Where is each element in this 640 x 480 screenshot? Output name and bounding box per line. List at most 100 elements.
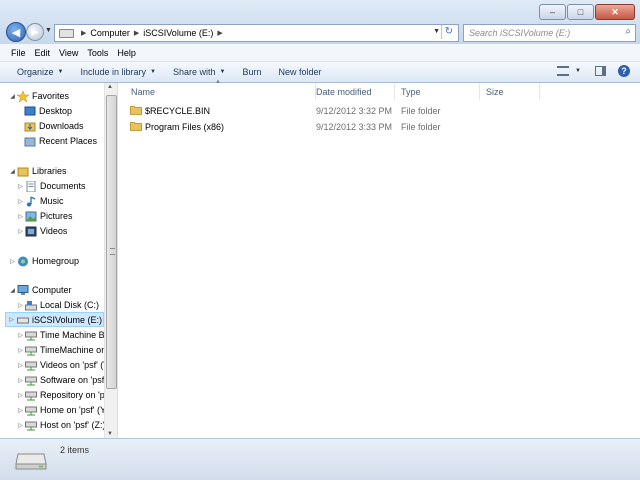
nav-network-drive-5[interactable]: ▷ Repository on 'ps: [16, 388, 109, 402]
nav-desktop[interactable]: Desktop: [24, 104, 72, 118]
collapse-arrow-icon[interactable]: ▷: [8, 258, 17, 265]
file-row[interactable]: $RECYCLE.BIN 9/12/2012 3:32 PM File fold…: [118, 103, 518, 118]
nav-network-drive-3-label: Videos on 'psf' (V: [40, 360, 110, 370]
collapse-arrow-icon[interactable]: ▷: [16, 347, 25, 354]
chevron-down-icon: ▼: [150, 69, 156, 75]
menu-help[interactable]: Help: [117, 48, 136, 58]
nav-network-drive-2[interactable]: ▷ TimeMachine on: [16, 343, 106, 357]
nav-network-drive-1-label: Time Machine Ba: [40, 330, 110, 340]
file-name: $RECYCLE.BIN: [145, 105, 211, 116]
collapse-arrow-icon[interactable]: ▷: [16, 332, 25, 339]
chevron-right-icon[interactable]: ▶: [134, 29, 139, 37]
scroll-thumb[interactable]: [106, 95, 117, 389]
scroll-down-icon[interactable]: ▼: [107, 431, 113, 437]
menu-edit[interactable]: Edit: [35, 48, 51, 58]
collapse-arrow-icon[interactable]: ▷: [16, 392, 25, 399]
include-in-library-button[interactable]: Include in library ▼: [80, 67, 155, 77]
drive-icon: [59, 28, 74, 38]
search-box[interactable]: Search iSCSIVolume (E:) ⌕: [463, 24, 636, 42]
file-date: 9/12/2012 3:32 PM: [316, 105, 393, 116]
nav-network-drive-3[interactable]: ▷ Videos on 'psf' (V: [16, 358, 109, 372]
column-header-date-modified[interactable]: Date modified: [310, 83, 395, 100]
new-folder-label: New folder: [278, 67, 322, 77]
nav-homegroup[interactable]: ▷ Homegroup: [8, 254, 79, 268]
nav-network-drive-6[interactable]: ▷ Home on 'psf' (Y: [16, 403, 106, 417]
close-button[interactable]: ✕: [595, 4, 635, 20]
expand-arrow-icon[interactable]: ◢: [8, 93, 17, 100]
menu-view[interactable]: View: [59, 48, 78, 58]
collapse-arrow-icon[interactable]: ▷: [16, 422, 25, 429]
new-folder-button[interactable]: New folder: [278, 67, 321, 77]
folder-icon: [130, 122, 142, 131]
preview-pane-icon[interactable]: [595, 66, 606, 76]
maximize-button[interactable]: □: [567, 4, 594, 20]
collapse-arrow-icon[interactable]: ▷: [16, 407, 25, 414]
network-drive-icon: [25, 376, 37, 385]
menu-tools[interactable]: Tools: [87, 48, 108, 58]
breadcrumb-computer[interactable]: Computer: [90, 28, 130, 38]
column-header-name[interactable]: Name: [125, 83, 316, 100]
chevron-right-icon[interactable]: ▶: [81, 29, 86, 37]
back-button[interactable]: ◀: [6, 22, 26, 42]
computer-icon: [17, 284, 29, 295]
nav-computer[interactable]: ◢ Computer: [8, 283, 72, 297]
collapse-arrow-icon[interactable]: ▷: [16, 198, 25, 205]
nav-network-drive-4[interactable]: ▷ Software on 'psf': [16, 373, 106, 387]
column-header-size[interactable]: Size: [480, 83, 540, 100]
item-count: 2 items: [60, 445, 90, 455]
forward-button[interactable]: ▶: [26, 23, 44, 41]
nav-scrollbar[interactable]: ▲ ▼: [104, 83, 117, 438]
minimize-button[interactable]: –: [539, 4, 566, 20]
nav-favorites[interactable]: ◢ Favorites: [8, 89, 69, 103]
nav-libraries[interactable]: ◢ Libraries: [8, 164, 67, 178]
expand-arrow-icon[interactable]: ◢: [8, 168, 17, 175]
nav-music[interactable]: ▷ Music: [16, 194, 64, 208]
collapse-arrow-icon[interactable]: ▷: [16, 228, 25, 235]
breadcrumb-volume[interactable]: iSCSIVolume (E:): [143, 28, 213, 38]
collapse-arrow-icon[interactable]: ▷: [16, 213, 25, 220]
share-with-button[interactable]: Share with ▼: [173, 67, 225, 77]
view-options-dropdown[interactable]: ▼: [575, 68, 581, 74]
collapse-arrow-icon[interactable]: ▷: [16, 362, 25, 369]
search-icon[interactable]: ⌕: [625, 26, 631, 37]
nav-homegroup-label: Homegroup: [32, 256, 80, 266]
collapse-arrow-icon[interactable]: ▷: [16, 302, 25, 309]
address-dropdown-icon[interactable]: ▼: [433, 28, 440, 35]
expand-arrow-icon[interactable]: ◢: [8, 287, 17, 294]
search-input[interactable]: Search iSCSIVolume (E:): [469, 28, 570, 38]
collapse-arrow-icon[interactable]: ▷: [16, 183, 25, 190]
chevron-right-icon[interactable]: ▶: [217, 29, 222, 37]
recent-pages-dropdown[interactable]: ▼: [45, 27, 52, 34]
nav-videos-label: Videos: [40, 226, 68, 236]
address-bar[interactable]: ▶ Computer ▶ iSCSIVolume (E:) ▶ ▼ ↻: [54, 24, 459, 42]
nav-recent-places[interactable]: Recent Places: [24, 134, 97, 148]
refresh-icon[interactable]: ↻: [441, 25, 456, 39]
collapse-arrow-icon[interactable]: ▷: [16, 377, 25, 384]
nav-network-drive-1[interactable]: ▷ Time Machine Ba: [16, 328, 110, 342]
menu-bar: File Edit View Tools Help: [0, 44, 640, 62]
star-icon: [17, 90, 29, 102]
file-date: 9/12/2012 3:33 PM: [316, 121, 393, 132]
nav-drive-e[interactable]: ▷ iSCSIVolume (E:): [5, 312, 104, 327]
nav-videos[interactable]: ▷ Videos: [16, 224, 67, 238]
videos-icon: [25, 226, 37, 236]
change-view-icon[interactable]: [557, 66, 570, 76]
network-drive-icon: [25, 361, 37, 370]
nav-downloads[interactable]: Downloads: [24, 119, 84, 133]
nav-pictures[interactable]: ▷ Pictures: [16, 209, 73, 223]
column-header-type[interactable]: Type: [395, 83, 480, 100]
collapse-arrow-icon[interactable]: ▷: [6, 316, 17, 323]
burn-button[interactable]: Burn: [242, 67, 261, 77]
title-bar: – □ ✕ ◀ ▶ ▼ ▶ Computer ▶ iSCSIVolume (E:…: [0, 0, 640, 44]
scroll-up-icon[interactable]: ▲: [107, 84, 113, 90]
nav-documents[interactable]: ▷ Documents: [16, 179, 86, 193]
iscsi-drive-icon: [17, 317, 29, 324]
menu-file[interactable]: File: [11, 48, 26, 58]
file-row[interactable]: Program Files (x86) 9/12/2012 3:33 PM Fi…: [118, 119, 518, 134]
details-pane: 2 items: [0, 438, 640, 480]
nav-network-drive-7[interactable]: ▷ Host on 'psf' (Z:): [16, 418, 105, 432]
organize-button[interactable]: Organize ▼: [17, 67, 63, 77]
nav-recent-places-label: Recent Places: [39, 136, 98, 146]
nav-drive-c[interactable]: ▷ Local Disk (C:): [16, 298, 99, 312]
help-icon[interactable]: ?: [618, 65, 630, 77]
